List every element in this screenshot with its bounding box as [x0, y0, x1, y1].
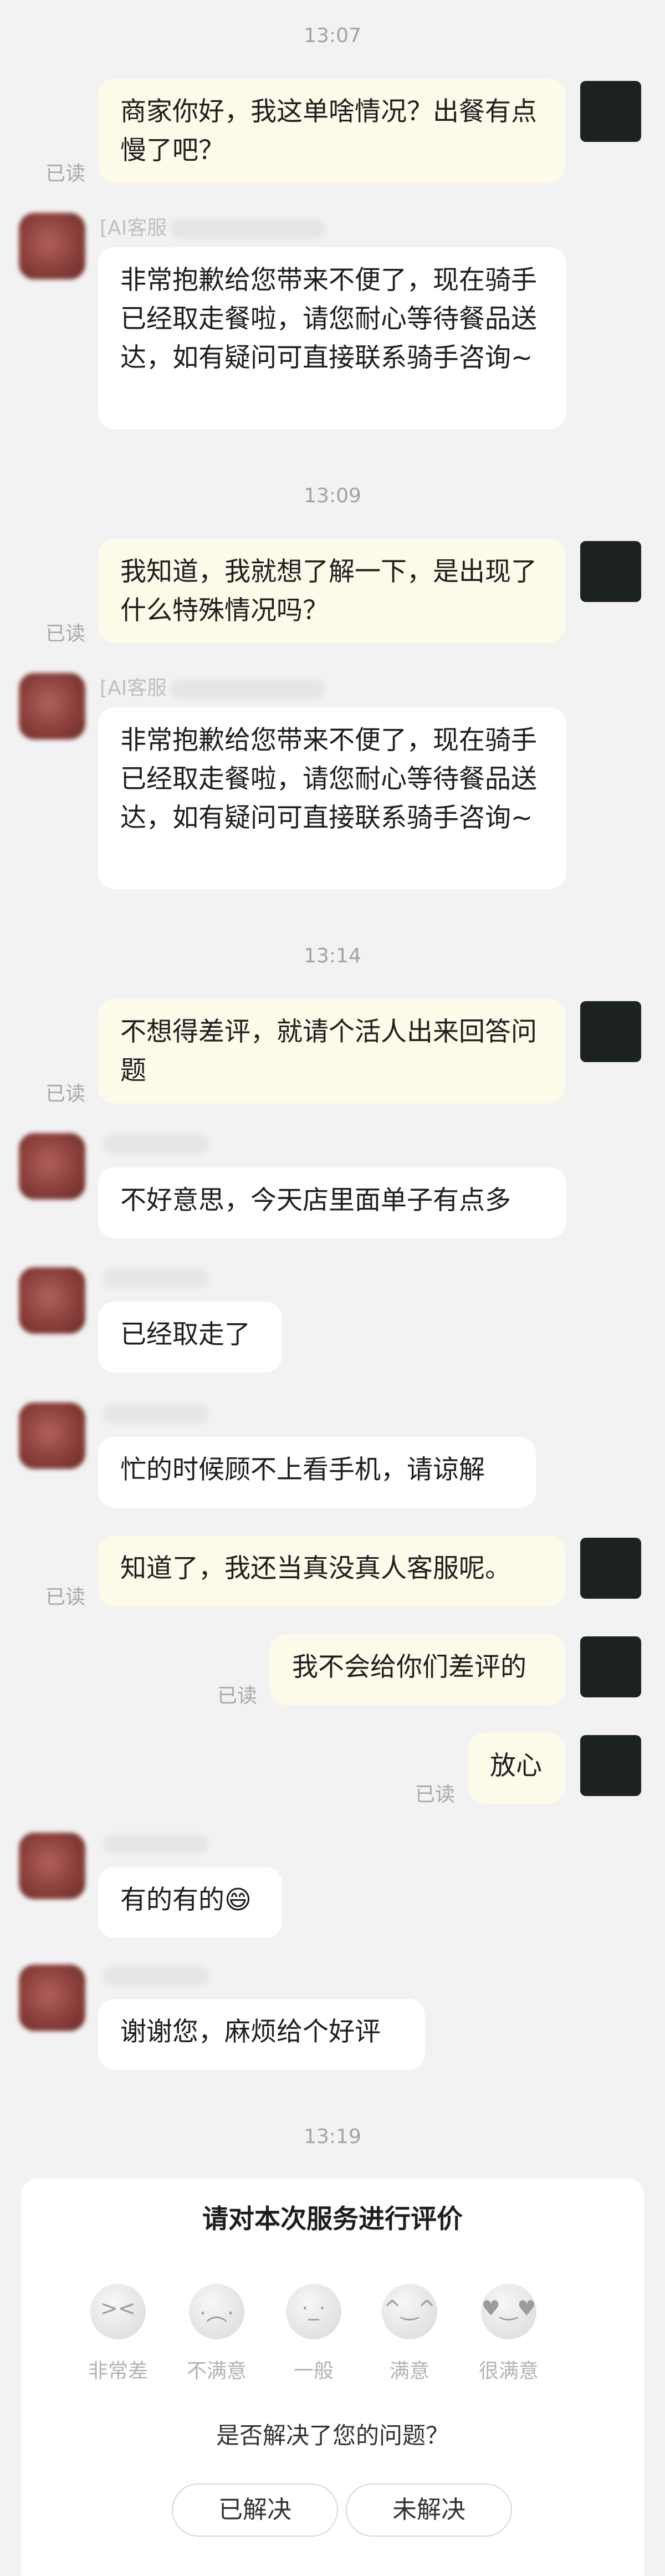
message-bubble-received[interactable]: 谢谢您，麻烦给个好评	[98, 1999, 425, 2070]
rating-title: 请对本次服务进行评价	[202, 2204, 463, 2235]
read-receipt: 已读	[217, 1685, 258, 1707]
merchant-avatar[interactable]	[19, 1402, 85, 1469]
message-bubble-received[interactable]: 有的有的😄	[98, 1867, 282, 1938]
rating-option-label: 很满意	[478, 2360, 539, 2383]
rating-option-very-bad[interactable]: >< 非常差	[76, 2284, 160, 2384]
rating-option-very-satisfied[interactable]: ♥‿♥ 很满意	[467, 2284, 550, 2384]
timestamp: 13:09	[304, 484, 361, 507]
message-bubble-received[interactable]: 已经取走了	[98, 1302, 282, 1373]
rating-card: 请对本次服务进行评价 >< 非常差 ·︵· 不满意 ·_· 一般 ^‿^ 满意 …	[21, 2179, 644, 2576]
user-avatar[interactable]	[580, 1735, 641, 1796]
read-receipt: 已读	[45, 623, 86, 645]
read-receipt: 已读	[45, 162, 86, 185]
merchant-avatar[interactable]	[19, 1267, 85, 1334]
rating-option-label: 不满意	[186, 2360, 247, 2383]
sender-name: [AI客服	[100, 672, 326, 701]
message-bubble-sent[interactable]: 我知道，我就想了解一下，是出现了什么特殊情况吗？	[98, 539, 565, 643]
neutral-face-icon: ·_·	[286, 2284, 341, 2339]
message-bubble-received[interactable]: 不好意思，今天店里面单子有点多	[98, 1167, 566, 1238]
sender-name-text: [AI客服	[100, 217, 167, 239]
blurred-name	[103, 1134, 208, 1154]
sender-name: [AI客服	[100, 212, 326, 241]
heart-eyes-face-icon: ♥‿♥	[481, 2284, 536, 2339]
user-avatar[interactable]	[580, 1636, 641, 1697]
frown-face-icon: ·︵·	[189, 2284, 244, 2339]
user-avatar[interactable]	[580, 541, 641, 602]
message-bubble-sent[interactable]: 放心	[468, 1733, 565, 1804]
merchant-avatar[interactable]	[19, 1133, 85, 1200]
timestamp: 13:14	[304, 945, 361, 967]
read-receipt: 已读	[415, 1783, 456, 1806]
rating-option-neutral[interactable]: ·_· 一般	[272, 2284, 355, 2384]
blurred-name	[170, 679, 326, 699]
sender-name	[100, 1266, 208, 1289]
unresolved-button[interactable]: 未解决	[346, 2483, 512, 2537]
rating-option-label: 非常差	[88, 2360, 148, 2383]
rating-option-unsatisfied[interactable]: ·︵· 不满意	[175, 2284, 258, 2384]
blurred-name	[103, 1404, 208, 1424]
read-receipt: 已读	[45, 1586, 86, 1609]
message-bubble-sent[interactable]: 不想得差评，就请个活人出来回答问题	[98, 999, 565, 1103]
rating-option-label: 一般	[293, 2360, 334, 2383]
smile-face-icon: ^‿^	[382, 2284, 437, 2339]
message-bubble-sent[interactable]: 我不会给你们差评的	[270, 1634, 565, 1705]
sender-name	[100, 1132, 208, 1155]
message-bubble-sent[interactable]: 知道了，我还当真没真人客服呢。	[98, 1536, 565, 1606]
user-avatar[interactable]	[580, 1538, 641, 1599]
resolution-question: 是否解决了您的问题？	[216, 2422, 449, 2449]
read-receipt: 已读	[45, 1083, 86, 1105]
message-bubble-sent[interactable]: 商家你好，我这单啥情况？出餐有点慢了吧？	[98, 79, 565, 183]
timestamp: 13:07	[304, 24, 361, 47]
blurred-name	[103, 1966, 208, 1986]
timestamp: 13:19	[304, 2125, 361, 2148]
merchant-avatar[interactable]	[19, 673, 85, 739]
blurred-name	[103, 1834, 208, 1854]
rating-option-satisfied[interactable]: ^‿^ 满意	[368, 2284, 451, 2384]
merchant-avatar[interactable]	[19, 213, 85, 279]
message-bubble-received[interactable]: 忙的时候顾不上看手机，请谅解	[98, 1437, 536, 1508]
blurred-name	[103, 1268, 208, 1288]
sender-name-text: [AI客服	[100, 677, 167, 700]
message-bubble-received[interactable]: 非常抱歉给您带来不便了，现在骑手已经取走餐啦，请您耐心等待餐品送达，如有疑问可直…	[98, 247, 566, 429]
blurred-name	[170, 219, 326, 239]
message-bubble-received[interactable]: 非常抱歉给您带来不便了，现在骑手已经取走餐啦，请您耐心等待餐品送达，如有疑问可直…	[98, 707, 566, 889]
merchant-avatar[interactable]	[19, 1965, 85, 2031]
sender-name	[100, 1401, 208, 1424]
sender-name	[100, 1963, 208, 1986]
user-avatar[interactable]	[580, 1001, 641, 1062]
merchant-avatar[interactable]	[19, 1833, 85, 1899]
resolved-button[interactable]: 已解决	[172, 2483, 338, 2537]
rating-option-label: 满意	[389, 2360, 429, 2383]
angry-face-icon: ><	[90, 2284, 146, 2339]
sender-name	[100, 1832, 208, 1854]
user-avatar[interactable]	[580, 81, 641, 142]
